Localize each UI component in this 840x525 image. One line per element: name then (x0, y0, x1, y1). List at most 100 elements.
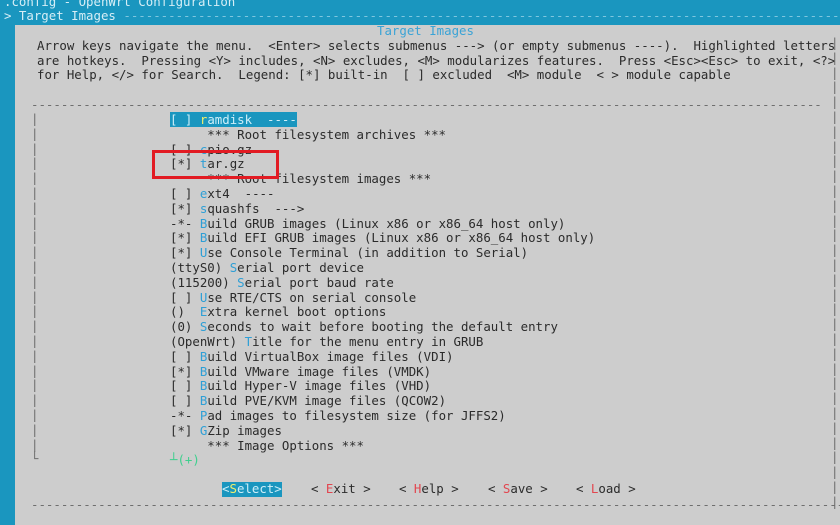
load-button[interactable]: < Load > (576, 481, 636, 497)
dialog-bottom-border: ----------------------------------------… (31, 497, 840, 512)
menu-item[interactable]: [ ] Build Hyper-V image files (VHD) (170, 378, 432, 394)
menu-item-state: [ ] (170, 348, 200, 364)
breadcrumb-text: > Target Images (4, 8, 116, 23)
dialog-title: Target Images (377, 23, 474, 38)
menu-item-label: *** Root filesystem archives *** (199, 126, 447, 142)
menu-item-state: [ ] (170, 186, 200, 201)
button-label: elp (421, 481, 444, 496)
menu-item[interactable]: [ ] Use RTE/CTS on serial console (170, 289, 417, 306)
button-open-bracket: < (488, 481, 503, 496)
menu-item-label: erial port baud rate (244, 274, 394, 290)
menu-item-state (170, 171, 200, 186)
menu-item-state (170, 438, 200, 453)
breadcrumb-rule: ----------------------------------------… (115, 8, 840, 23)
menu-item-label: erial port device (237, 260, 364, 275)
button-label: xit (333, 481, 356, 496)
menu-item[interactable]: [ ] ext4 ---- (170, 186, 275, 202)
menu-item-label: pio.gz (207, 141, 253, 157)
menu-item-state: [*] (170, 156, 200, 172)
menu-item[interactable]: [*] tar.gz (170, 156, 245, 172)
menu-item-label: *** Image Options *** (199, 437, 364, 453)
help-line-1: Arrow keys navigate the menu. <Enter> se… (37, 38, 836, 53)
breadcrumb: > Target Images ------------------------… (4, 8, 840, 24)
menu-item-state: [*] (170, 230, 200, 246)
button-open-bracket: < (399, 481, 414, 496)
menu-item-label: econds to wait before booting the defaul… (207, 319, 558, 335)
select-button[interactable]: <Select> (222, 481, 282, 497)
menu-item-label: uild VMware image files (VMDK) (207, 363, 432, 379)
menu-item[interactable]: [*] Build EFI GRUB images (Linux x86 or … (170, 230, 596, 246)
menu-item-hotkey: T (244, 334, 253, 349)
button-close-bracket: > (355, 481, 371, 496)
menu-item-label: uild PVE/KVM image files (QCOW2) (207, 393, 447, 409)
menu-item[interactable]: [ ] ramdisk ---- (170, 112, 297, 128)
menu-item[interactable]: (0) Seconds to wait before booting the d… (170, 319, 558, 335)
menu-item[interactable]: -*- Build GRUB images (Linux x86 or x86_… (170, 215, 566, 232)
help-button[interactable]: < Help > (399, 481, 459, 497)
button-close-bracket: > (274, 481, 282, 496)
menu-item-state: [ ] (170, 289, 200, 305)
more-indicator-text: (+) (177, 452, 200, 467)
menu-item-state: [ ] (170, 112, 200, 127)
menu-item-state: [ ] (170, 141, 200, 157)
menu-item-label: uild Hyper-V image files (VHD) (207, 378, 432, 394)
menu-item-state: (OpenWrt) (170, 334, 245, 349)
menu-item-state: (0) (170, 319, 200, 335)
menu-item-state: [*] (170, 363, 200, 379)
save-button[interactable]: < Save > (488, 481, 548, 497)
menu-item-state: [*] (170, 422, 200, 438)
menu-item-state: [*] (170, 200, 200, 216)
menu-item[interactable]: [ ] Build PVE/KVM image files (QCOW2) (170, 393, 447, 409)
button-label: oad (598, 481, 621, 496)
menu-item-state: [ ] (170, 378, 200, 394)
button-close-bracket: > (443, 481, 459, 496)
menu-item-label: uild VirtualBox image files (VDI) (207, 348, 454, 364)
button-close-bracket: > (532, 481, 548, 496)
menu-item-state: (115200) (170, 274, 238, 290)
button-label: ave (510, 481, 533, 496)
exit-button[interactable]: < Exit > (311, 481, 371, 497)
menu-item-label: xtra kernel boot options (207, 304, 387, 320)
menu-item-label: amdisk ---- (207, 112, 297, 127)
menu-box-left-border: | | | | | | | | | | | | | | | | | | | | … (31, 111, 39, 467)
menu-item[interactable]: [*] Build VMware image files (VMDK) (170, 363, 432, 380)
menu-item[interactable]: (115200) Serial port baud rate (170, 274, 394, 291)
menu-item-state: [ ] (170, 393, 200, 409)
menu-item-label: itle for the menu entry in GRUB (252, 334, 484, 349)
menu-item-state: (ttyS0) (170, 260, 230, 275)
menu-item-state (170, 127, 200, 142)
menu-item[interactable]: [ ] cpio.gz (170, 141, 253, 158)
button-open-bracket: < (311, 481, 326, 496)
button-label: elect (236, 481, 275, 496)
menu-item-label: xt4 ---- (207, 186, 275, 201)
menu-item-label: *** Root filesystem images *** (199, 171, 432, 187)
menu-item[interactable]: () Extra kernel boot options (170, 304, 387, 320)
menu-item-state: () (170, 304, 200, 320)
button-close-bracket: > (620, 481, 636, 496)
button-open-bracket: < (576, 481, 591, 496)
menu-item-state: -*- (170, 408, 200, 423)
menu-item-state: -*- (170, 215, 200, 231)
menu-item[interactable]: (ttyS0) Serial port device (170, 260, 364, 276)
more-indicator: ┴(+) (170, 452, 200, 468)
menu-item-hotkey: S (237, 274, 245, 290)
dialog-right-border: | | | | | | | | | | | | | | | | | | | | … (831, 35, 839, 509)
menu-item[interactable]: [*] squashfs ---> (170, 200, 304, 217)
menu-item-label: ar.gz (207, 156, 245, 172)
menu-item-label: ad images to filesystem size (for JFFS2) (207, 408, 506, 423)
menu-comment: *** Root filesystem archives *** (170, 126, 447, 143)
help-line-3: for Help, </> for Search. Legend: [*] bu… (37, 67, 731, 82)
menu-item[interactable]: [ ] Build VirtualBox image files (VDI) (170, 348, 454, 365)
menu-item-label: se Console Terminal (in addition to Seri… (207, 245, 529, 261)
menu-item[interactable]: [*] GZip images (170, 422, 282, 439)
menu-item-state: [*] (170, 245, 200, 261)
button-hotkey: S (229, 481, 237, 496)
menu-box-top-border: ----------------------------------------… (31, 97, 822, 112)
menu-item[interactable]: [*] Use Console Terminal (in addition to… (170, 245, 529, 261)
menu-item[interactable]: (OpenWrt) Title for the menu entry in GR… (170, 334, 484, 350)
menu-item[interactable]: -*- Pad images to filesystem size (for J… (170, 408, 506, 424)
menu-item-label: Zip images (207, 422, 282, 438)
menu-item-label: uild EFI GRUB images (Linux x86 or x86_6… (207, 230, 596, 246)
menu-item-label: uild GRUB images (Linux x86 or x86_64 ho… (207, 215, 566, 231)
menu-item-label: se RTE/CTS on serial console (207, 289, 417, 305)
